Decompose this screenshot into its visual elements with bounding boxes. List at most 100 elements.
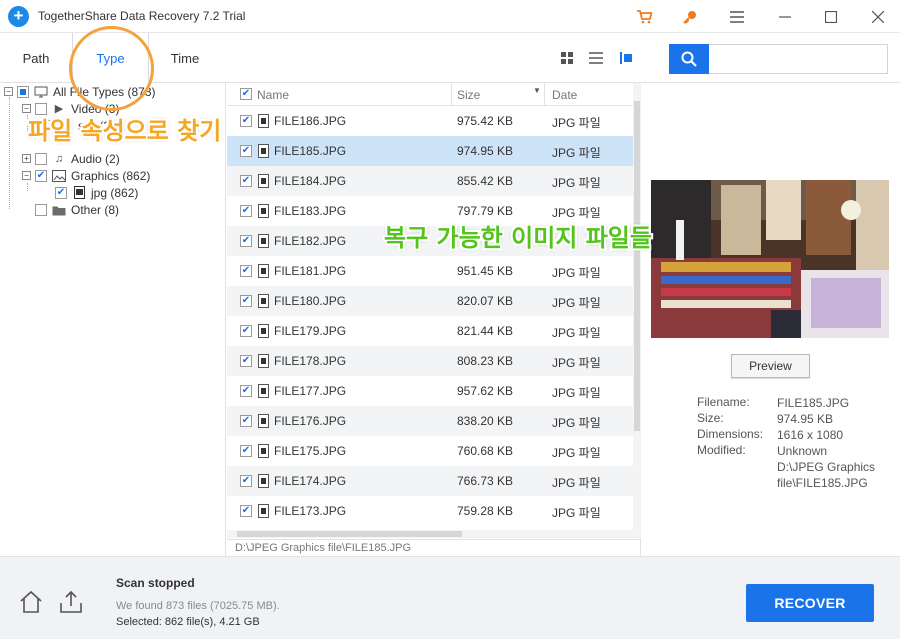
file-list-header: ✔ Name Size ▼ Date <box>227 83 633 106</box>
row-checkbox[interactable]: ✔ <box>240 445 252 457</box>
tree-item-jpg[interactable]: ✔ jpg (862) <box>55 184 138 201</box>
file-size: 838.20 KB <box>457 414 514 428</box>
file-size: 820.07 KB <box>457 294 514 308</box>
file-type: JPG 파일 <box>552 416 601 430</box>
checkbox[interactable] <box>17 85 29 98</box>
jpg-file-icon <box>258 384 269 398</box>
tab-path[interactable]: Path <box>0 33 72 83</box>
meta-label: Modified: <box>697 443 746 457</box>
row-checkbox[interactable]: ✔ <box>240 295 252 307</box>
key-icon[interactable] <box>670 0 710 33</box>
checkbox[interactable] <box>35 152 47 165</box>
checkbox[interactable]: ✔ <box>35 169 47 182</box>
jpg-file-icon <box>258 174 269 188</box>
maximize-icon[interactable] <box>811 0 851 33</box>
jpg-file-icon <box>72 186 86 199</box>
table-row[interactable]: ✔ FILE178.JPG 808.23 KB JPG 파일 <box>227 346 633 376</box>
file-name: FILE180.JPG <box>274 294 347 308</box>
meta-value: 1616 x 1080 <box>777 428 844 442</box>
row-checkbox[interactable]: ✔ <box>240 325 252 337</box>
table-row[interactable]: ✔ FILE181.JPG 951.45 KB JPG 파일 <box>227 256 633 286</box>
table-row[interactable]: ✔ FILE186.JPG 975.42 KB JPG 파일 <box>227 106 633 136</box>
column-size-label: Size <box>457 87 481 102</box>
file-name: FILE173.JPG <box>274 504 347 518</box>
select-all-checkbox[interactable]: ✔ <box>240 88 252 100</box>
table-row[interactable]: ✔ FILE173.JPG 759.28 KB JPG 파일 <box>227 496 633 526</box>
file-type: JPG 파일 <box>552 476 601 490</box>
column-date-header[interactable]: Date <box>552 83 632 106</box>
collapse-toggle[interactable]: − <box>4 87 13 96</box>
row-checkbox[interactable]: ✔ <box>240 145 252 157</box>
jpg-file-icon <box>258 264 269 278</box>
jpg-file-icon <box>258 114 269 128</box>
recover-button[interactable]: RECOVER <box>746 584 874 622</box>
status-title: Scan stopped <box>116 576 195 590</box>
table-row[interactable]: ✔ FILE174.JPG 766.73 KB JPG 파일 <box>227 466 633 496</box>
row-checkbox[interactable]: ✔ <box>240 355 252 367</box>
jpg-file-icon <box>258 504 269 518</box>
jpg-file-icon <box>258 324 269 338</box>
table-row[interactable]: ✔ FILE177.JPG 957.62 KB JPG 파일 <box>227 376 633 406</box>
file-size: 797.79 KB <box>457 204 514 218</box>
row-checkbox[interactable]: ✔ <box>240 415 252 427</box>
music-note-icon: ♫ <box>54 152 64 165</box>
list-view-icon[interactable] <box>587 49 605 67</box>
home-icon[interactable] <box>18 589 44 615</box>
search-button[interactable] <box>669 44 709 74</box>
column-size-header[interactable]: Size ▼ <box>457 83 545 106</box>
row-checkbox[interactable]: ✔ <box>240 115 252 127</box>
vertical-scrollbar[interactable] <box>633 83 641 530</box>
tree-item-audio[interactable]: + ♫ Audio (2) <box>22 150 120 167</box>
annotation-label-recoverable-images: 복구 가능한 이미지 파일들 <box>384 224 652 252</box>
file-name: FILE175.JPG <box>274 444 347 458</box>
app-title: TogetherShare Data Recovery 7.2 Trial <box>38 9 246 23</box>
row-checkbox[interactable]: ✔ <box>240 505 252 517</box>
file-type: JPG 파일 <box>552 146 601 160</box>
hamburger-menu-icon[interactable] <box>717 0 757 33</box>
detail-view-icon[interactable] <box>617 49 635 67</box>
file-name: FILE182.JPG <box>274 234 347 248</box>
file-type: JPG 파일 <box>552 176 601 190</box>
checkbox[interactable] <box>35 203 47 216</box>
search-input[interactable] <box>709 44 888 74</box>
tab-time[interactable]: Time <box>149 33 221 83</box>
tree-item-other[interactable]: Other (8) <box>35 201 119 218</box>
cart-icon[interactable] <box>624 0 664 33</box>
column-name-header[interactable]: Name <box>257 83 452 106</box>
close-icon[interactable] <box>858 0 898 33</box>
horizontal-scrollbar[interactable] <box>227 530 641 538</box>
checkbox[interactable]: ✔ <box>55 186 67 199</box>
file-name: FILE185.JPG <box>274 144 347 158</box>
file-type: JPG 파일 <box>552 446 601 460</box>
scrollbar-thumb[interactable] <box>237 531 462 537</box>
table-row[interactable]: ✔ FILE175.JPG 760.68 KB JPG 파일 <box>227 436 633 466</box>
table-row[interactable]: ✔ FILE184.JPG 855.42 KB JPG 파일 <box>227 166 633 196</box>
row-checkbox[interactable]: ✔ <box>240 175 252 187</box>
file-type: JPG 파일 <box>552 506 601 520</box>
tree-label: Other (8) <box>71 202 120 217</box>
jpg-file-icon <box>258 354 269 368</box>
collapse-toggle[interactable]: − <box>22 171 31 180</box>
table-row-selected[interactable]: ✔ FILE185.JPG 974.95 KB JPG 파일 <box>227 136 633 166</box>
table-row[interactable]: ✔ FILE180.JPG 820.07 KB JPG 파일 <box>227 286 633 316</box>
minimize-icon[interactable] <box>765 0 805 33</box>
preview-button[interactable]: Preview <box>731 354 810 378</box>
row-checkbox[interactable]: ✔ <box>240 265 252 277</box>
row-checkbox[interactable]: ✔ <box>240 475 252 487</box>
file-type: JPG 파일 <box>552 266 601 280</box>
export-icon[interactable] <box>58 589 84 615</box>
table-row[interactable]: ✔ FILE176.JPG 838.20 KB JPG 파일 <box>227 406 633 436</box>
row-checkbox[interactable]: ✔ <box>240 235 252 247</box>
row-checkbox[interactable]: ✔ <box>240 385 252 397</box>
table-row[interactable]: ✔ FILE179.JPG 821.44 KB JPG 파일 <box>227 316 633 346</box>
preview-panel: Preview Filename: FILE185.JPG Size: 974.… <box>642 83 900 556</box>
tree-label: Audio (2) <box>71 151 120 166</box>
tree-item-graphics[interactable]: − ✔ Graphics (862) <box>22 167 150 184</box>
jpg-file-icon <box>258 474 269 488</box>
grid-view-icon[interactable] <box>558 49 576 67</box>
file-size: 766.73 KB <box>457 474 514 488</box>
scrollbar-thumb[interactable] <box>634 101 640 431</box>
row-checkbox[interactable]: ✔ <box>240 205 252 217</box>
expand-toggle[interactable]: + <box>22 154 31 163</box>
file-name: FILE184.JPG <box>274 174 347 188</box>
